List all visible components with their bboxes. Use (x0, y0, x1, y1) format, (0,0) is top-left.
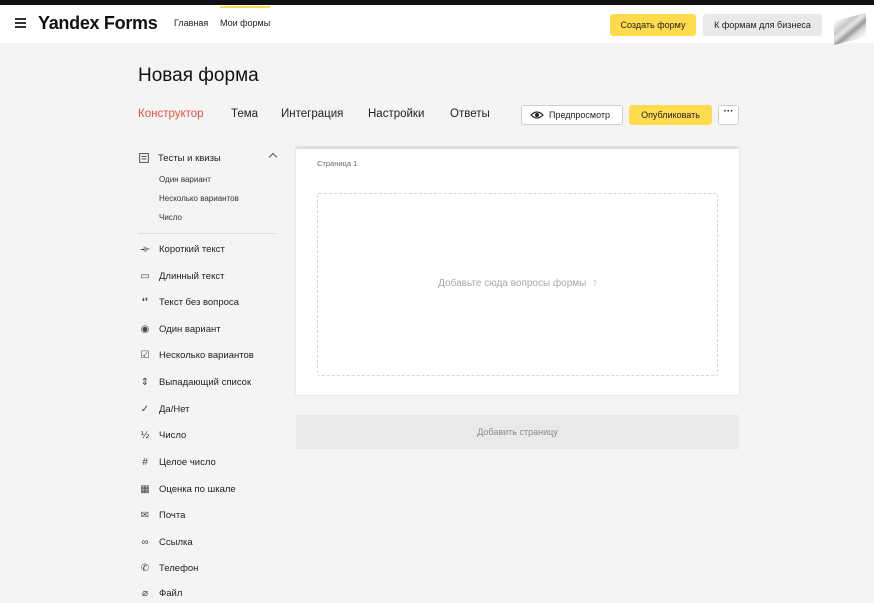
preview-button[interactable]: Предпросмотр (521, 105, 623, 125)
mail-icon: ✉ (140, 509, 150, 521)
quiz-icon (139, 153, 149, 163)
preview-button-label: Предпросмотр (549, 110, 611, 120)
more-options-button[interactable]: ··· (718, 105, 739, 125)
sidebar-item-label: Да/Нет (159, 404, 190, 415)
sidebar-item-single-choice[interactable]: ◉ Один вариант (138, 322, 278, 340)
eye-icon (530, 111, 544, 119)
tab-integration[interactable]: Интеграция (281, 108, 343, 120)
form-page-card: Страница 1 Добавьте сюда вопросы формы? (296, 147, 739, 395)
sidebar-item-label: Число (159, 430, 187, 441)
quiz-item-number[interactable]: Число (159, 213, 182, 222)
sidebar-item-short-text[interactable]: ⟛ Короткий текст (138, 242, 278, 260)
page-title: Новая форма (138, 65, 259, 86)
sidebar-item-text-no-question[interactable]: ❛❜ Текст без вопроса (138, 295, 278, 313)
sidebar-item-label: Текст без вопроса (159, 297, 239, 308)
checkbox-icon: ☑ (140, 349, 150, 361)
sidebar-item-label: Почта (159, 510, 186, 521)
quiz-item-multiple-choice[interactable]: Несколько вариантов (159, 194, 239, 203)
sidebar-item-label: Короткий текст (159, 244, 225, 255)
dropdown-icon: ⇕ (140, 376, 150, 388)
tab-settings[interactable]: Настройки (368, 108, 424, 120)
header: Yandex Forms Главная Мои формы Создать ф… (0, 5, 874, 45)
sidebar-item-number[interactable]: ½ Число (138, 428, 278, 446)
link-icon: ∞ (141, 536, 149, 548)
nav-home[interactable]: Главная (174, 18, 208, 28)
sidebar-group-header[interactable]: Тесты и квизы (138, 151, 278, 167)
quiz-item-single-choice[interactable]: Один вариант (159, 175, 211, 184)
sidebar-item-integer[interactable]: # Целое число (138, 455, 278, 473)
dropzone-hint: Добавьте сюда вопросы формы? (318, 278, 717, 289)
fraction-icon: ½ (140, 429, 150, 441)
business-forms-button[interactable]: К формам для бизнеса (703, 14, 822, 36)
hash-icon: # (142, 456, 148, 468)
sidebar-item-label: Несколько вариантов (159, 350, 254, 361)
create-form-button[interactable]: Создать форму (610, 14, 696, 36)
sidebar-item-link[interactable]: ∞ Ссылка (138, 535, 278, 553)
short-text-icon: ⟛ (140, 243, 150, 255)
sidebar-item-label: Ссылка (159, 537, 193, 548)
sidebar-item-multiple-choice[interactable]: ☑ Несколько вариантов (138, 348, 278, 366)
sidebar-item-label: Файл (159, 588, 183, 599)
dropzone-hint-text: Добавьте сюда вопросы формы (438, 278, 587, 289)
long-text-icon: ▭ (140, 270, 150, 282)
text-no-question-icon: ❛❜ (141, 296, 149, 308)
help-icon[interactable]: ? (592, 279, 596, 288)
sidebar-item-long-text[interactable]: ▭ Длинный текст (138, 269, 278, 287)
sidebar-item-label: Телефон (159, 563, 199, 574)
publish-button[interactable]: Опубликовать (629, 105, 712, 125)
logo[interactable]: Yandex Forms (38, 13, 158, 34)
sidebar-item-scale-rating[interactable]: ▦ Оценка по шкале (138, 482, 278, 500)
avatar[interactable] (834, 13, 866, 45)
check-icon: ✓ (140, 403, 150, 415)
sidebar-item-label: Оценка по шкале (159, 484, 236, 495)
sidebar-item-label: Целое число (159, 457, 216, 468)
sidebar-item-label: Выпадающий список (159, 377, 252, 388)
tab-theme[interactable]: Тема (231, 108, 258, 120)
radio-icon: ◉ (140, 323, 150, 335)
chevron-up-icon[interactable] (268, 152, 278, 162)
phone-icon: ✆ (140, 562, 150, 574)
sidebar-group-label: Тесты и квизы (158, 153, 221, 164)
sidebar-item-phone[interactable]: ✆ Телефон (138, 561, 278, 579)
scale-grid-icon: ▦ (140, 483, 150, 495)
page-label: Страница 1 (317, 159, 358, 168)
nav-my-forms[interactable]: Мои формы (220, 6, 271, 28)
sidebar-item-label: Длинный текст (159, 271, 225, 282)
sidebar-item-dropdown[interactable]: ⇕ Выпадающий список (138, 375, 278, 393)
sidebar-divider (138, 233, 276, 234)
hamburger-menu-icon[interactable] (15, 18, 26, 28)
tab-answers[interactable]: Ответы (450, 108, 490, 120)
paperclip-icon: ⌀ (141, 587, 149, 599)
tab-constructor[interactable]: Конструктор (138, 108, 204, 120)
sidebar-item-file[interactable]: ⌀ Файл (138, 586, 278, 603)
sidebar-item-email[interactable]: ✉ Почта (138, 508, 278, 526)
add-page-button[interactable]: Добавить страницу (296, 415, 739, 449)
questions-dropzone[interactable]: Добавьте сюда вопросы формы? (317, 193, 718, 376)
sidebar-item-label: Один вариант (159, 324, 221, 335)
sidebar-item-yes-no[interactable]: ✓ Да/Нет (138, 402, 278, 420)
